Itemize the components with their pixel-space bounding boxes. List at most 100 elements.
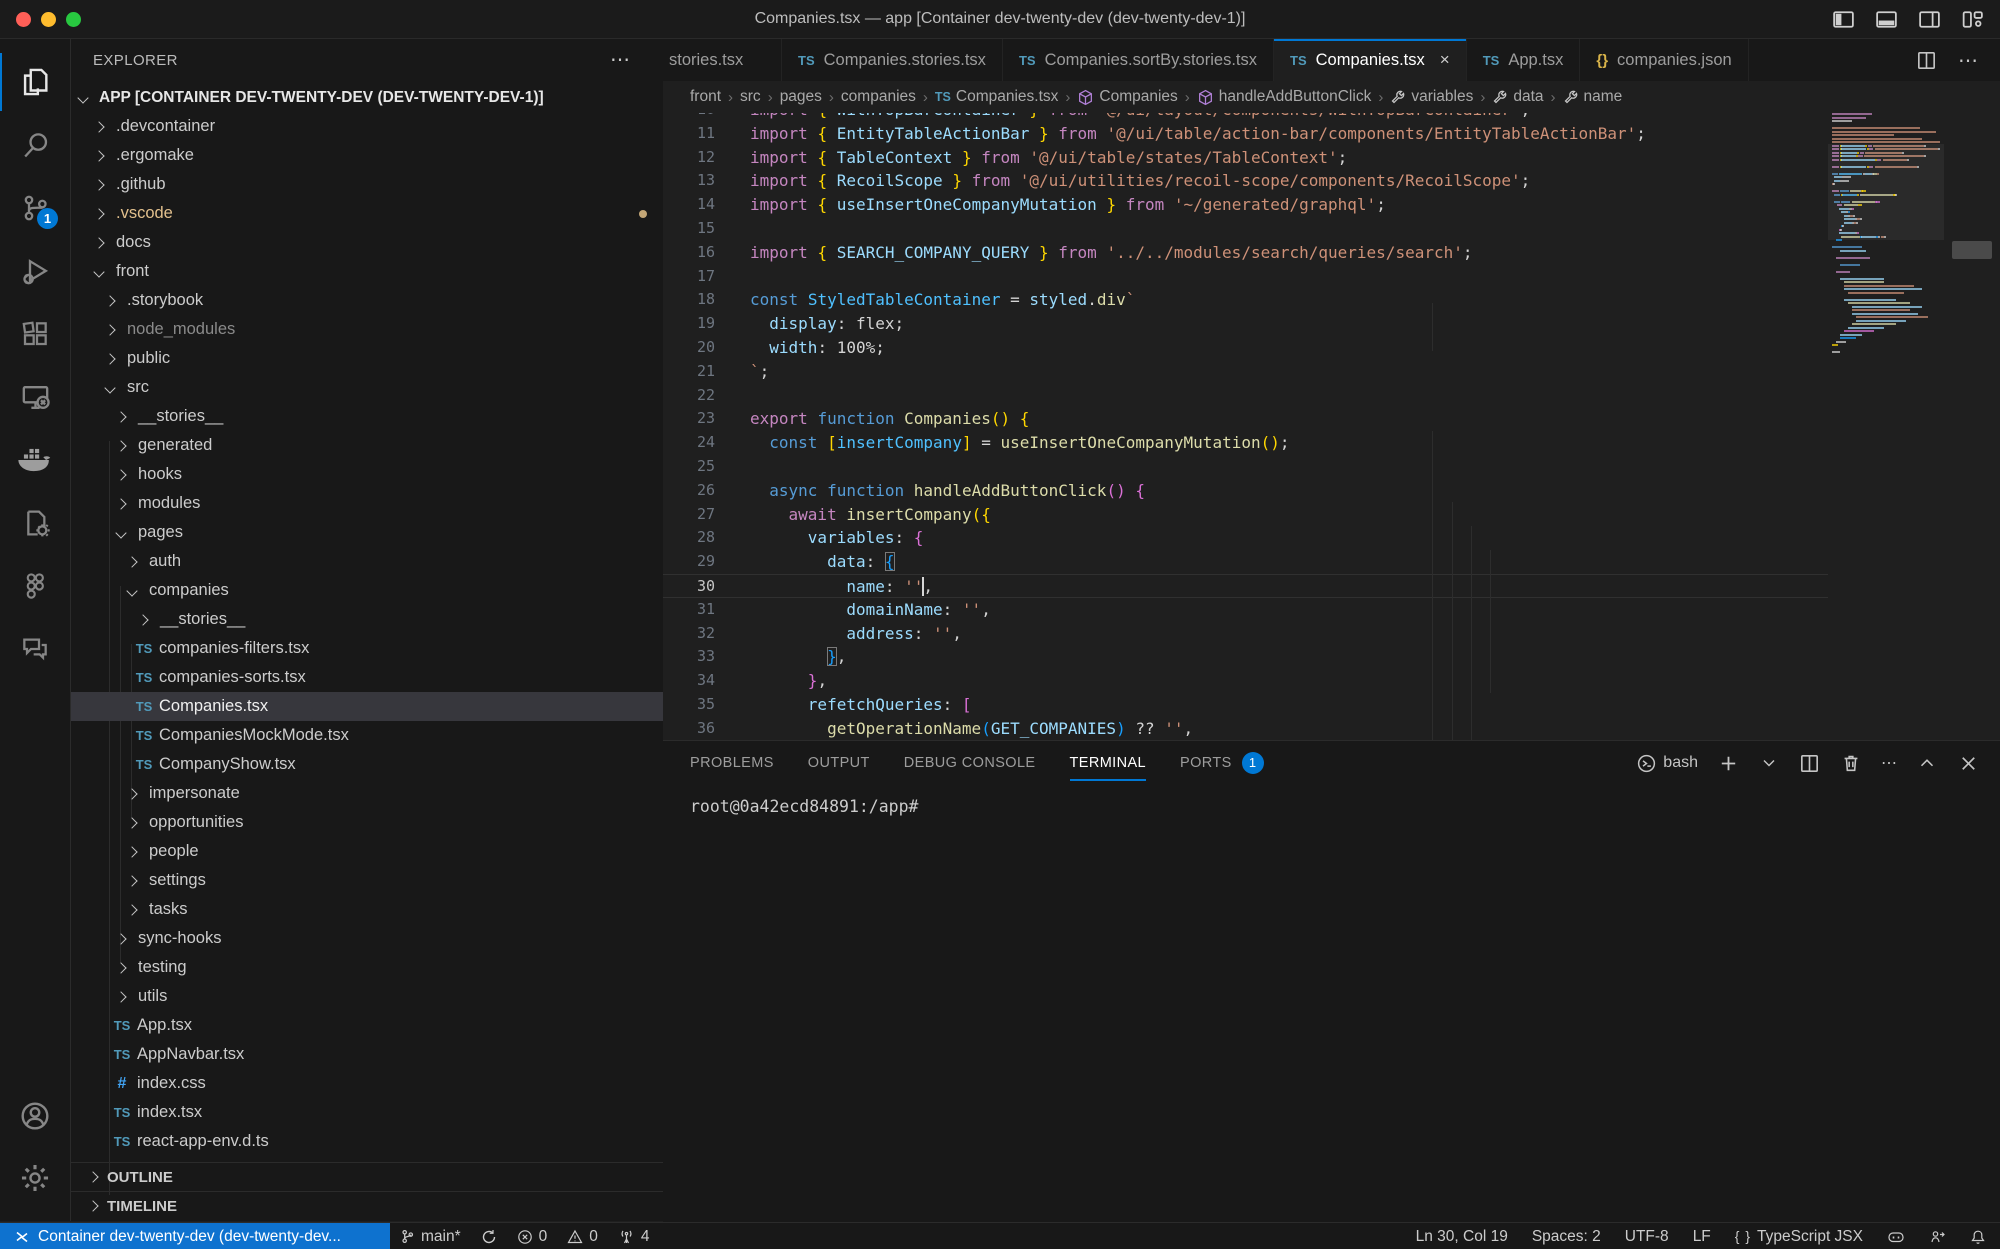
breadcrumb-item-Companies[interactable]: Companies (1077, 88, 1177, 106)
panel-tab-debug-console[interactable]: DEBUG CONSOLE (904, 741, 1036, 785)
code-line-15[interactable]: 15 (663, 217, 1828, 241)
activity-dev-container-config-icon[interactable] (0, 494, 70, 552)
code-line-23[interactable]: 23export function Companies() { (663, 407, 1828, 431)
editor-more-actions-icon[interactable]: ⋯ (1958, 48, 1978, 73)
tree-file-App-tsx[interactable]: TSApp.tsx (71, 1011, 663, 1040)
tree-file-companies-filters-tsx[interactable]: TScompanies-filters.tsx (71, 634, 663, 663)
code-line-27[interactable]: 27 await insertCompany({ (663, 503, 1828, 527)
panel-tab-output[interactable]: OUTPUT (808, 741, 870, 785)
code-line-34[interactable]: 34 }, (663, 669, 1828, 693)
breadcrumb-item-name[interactable]: name (1563, 88, 1623, 106)
code-line-12[interactable]: 12import { TableContext } from '@/ui/tab… (663, 146, 1828, 170)
tree-folder-node-modules[interactable]: node_modules (71, 315, 663, 344)
tree-folder-auth[interactable]: auth (71, 547, 663, 576)
minimap-slider[interactable] (1828, 144, 1944, 240)
editor-scrollbar[interactable] (1944, 113, 2000, 740)
tree-folder--storybook[interactable]: .storybook (71, 286, 663, 315)
tree-folder--vscode[interactable]: .vscode (71, 199, 663, 228)
new-terminal-icon[interactable] (1717, 752, 1740, 775)
code-line-35[interactable]: 35 refetchQueries: [ (663, 693, 1828, 717)
tree-file-AppNavbar-tsx[interactable]: TSAppNavbar.tsx (71, 1040, 663, 1069)
tree-folder--stories-[interactable]: __stories__ (71, 402, 663, 431)
breadcrumb-item-src[interactable]: src (740, 88, 761, 106)
tree-folder-front[interactable]: front (71, 257, 663, 286)
tree-folder-people[interactable]: people (71, 837, 663, 866)
tree-folder--ergomake[interactable]: .ergomake (71, 141, 663, 170)
terminal-prompt[interactable]: root@0a42ecd84891:/app# (690, 797, 918, 816)
workspace-section-header[interactable]: APP [CONTAINER DEV-TWENTY-DEV (DEV-TWENT… (71, 83, 663, 112)
scrollbar-thumb[interactable] (1952, 241, 1992, 259)
outline-section[interactable]: OUTLINE (71, 1162, 663, 1191)
tree-file-CompanyShow-tsx[interactable]: TSCompanyShow.tsx (71, 750, 663, 779)
tree-folder-generated[interactable]: generated (71, 431, 663, 460)
status-notifications[interactable] (1970, 1229, 1986, 1245)
toggle-panel-icon[interactable] (1873, 6, 1900, 33)
breadcrumb-item-companies[interactable]: companies (841, 88, 916, 106)
maximize-panel-icon[interactable] (1916, 752, 1938, 774)
status-indentation[interactable]: Spaces: 2 (1532, 1228, 1601, 1246)
tab-App-tsx[interactable]: TSApp.tsx (1467, 39, 1581, 81)
activity-docker-icon[interactable] (0, 431, 70, 489)
panel-tab-problems[interactable]: PROBLEMS (690, 741, 774, 785)
breadcrumb-item-data[interactable]: data (1492, 88, 1543, 106)
tree-folder-modules[interactable]: modules (71, 489, 663, 518)
breadcrumb-item-variables[interactable]: variables (1390, 88, 1473, 106)
code-line-26[interactable]: 26 async function handleAddButtonClick()… (663, 479, 1828, 503)
tree-folder--github[interactable]: .github (71, 170, 663, 199)
shell-selector[interactable]: bash (1636, 753, 1698, 774)
toggle-secondary-sidebar-icon[interactable] (1916, 6, 1943, 33)
tree-folder--stories-[interactable]: __stories__ (71, 605, 663, 634)
status-feedback[interactable] (1929, 1229, 1946, 1245)
code-line-13[interactable]: 13import { RecoilScope } from '@/ui/util… (663, 169, 1828, 193)
code-editor[interactable]: 10import { WithTopBarContainer } from '@… (663, 113, 2000, 740)
status-sync[interactable] (481, 1229, 497, 1245)
tree-folder-impersonate[interactable]: impersonate (71, 779, 663, 808)
code-line-21[interactable]: 21`; (663, 360, 1828, 384)
tree-folder-companies[interactable]: companies (71, 576, 663, 605)
status-error[interactable]: 0 (517, 1228, 548, 1246)
tab-Companies-stories-tsx[interactable]: TSCompanies.stories.tsx (782, 39, 1003, 81)
tree-folder-sync-hooks[interactable]: sync-hooks (71, 924, 663, 953)
toggle-sidebar-icon[interactable] (1830, 6, 1857, 33)
activity-figma-icon[interactable] (0, 557, 70, 615)
kill-terminal-icon[interactable] (1840, 752, 1862, 774)
code-line-19[interactable]: 19 display: flex; (663, 312, 1828, 336)
tree-folder-testing[interactable]: testing (71, 953, 663, 982)
status-tower[interactable]: 4 (618, 1228, 650, 1246)
tab-Companies-tsx[interactable]: TSCompanies.tsx× (1274, 39, 1467, 81)
tree-folder--devcontainer[interactable]: .devcontainer (71, 112, 663, 141)
status-language-mode[interactable]: { }TypeScript JSX (1735, 1228, 1863, 1246)
split-terminal-icon[interactable] (1798, 752, 1821, 775)
activity-search-icon[interactable] (0, 116, 70, 174)
code-line-11[interactable]: 11import { EntityTableActionBar } from '… (663, 122, 1828, 146)
status-encoding[interactable]: UTF-8 (1625, 1228, 1669, 1246)
code-line-20[interactable]: 20 width: 100%; (663, 336, 1828, 360)
status-branch[interactable]: main* (400, 1228, 461, 1246)
code-line-18[interactable]: 18const StyledTableContainer = styled.di… (663, 288, 1828, 312)
activity-settings-icon[interactable] (0, 1149, 70, 1207)
close-tab-icon[interactable]: × (1440, 50, 1450, 70)
tree-file-react-app-env-d-ts[interactable]: TSreact-app-env.d.ts (71, 1127, 663, 1156)
panel-tab-ports[interactable]: PORTS1 (1180, 741, 1264, 785)
split-editor-icon[interactable] (1915, 49, 1938, 72)
tab-companies-json[interactable]: {}companies.json (1580, 39, 1748, 81)
code-line-29[interactable]: 29 data: { (663, 550, 1828, 574)
code-line-22[interactable]: 22 (663, 384, 1828, 408)
tree-folder-pages[interactable]: pages (71, 518, 663, 547)
tree-folder-settings[interactable]: settings (71, 866, 663, 895)
tree-folder-opportunities[interactable]: opportunities (71, 808, 663, 837)
code-line-33[interactable]: 33 }, (663, 645, 1828, 669)
breadcrumb-item-pages[interactable]: pages (780, 88, 822, 106)
panel-tab-terminal[interactable]: TERMINAL (1070, 741, 1147, 785)
code-line-10[interactable]: 10import { WithTopBarContainer } from '@… (663, 113, 1828, 122)
code-line-25[interactable]: 25 (663, 455, 1828, 479)
panel-more-actions-icon[interactable]: ⋯ (1881, 753, 1897, 773)
tree-file-index-tsx[interactable]: TSindex.tsx (71, 1098, 663, 1127)
code-line-30[interactable]: 30 name: '', (663, 574, 1828, 598)
code-line-17[interactable]: 17 (663, 265, 1828, 289)
code-line-16[interactable]: 16import { SEARCH_COMPANY_QUERY } from '… (663, 241, 1828, 265)
tab-stories-tsx[interactable]: stories.tsx (663, 39, 782, 81)
activity-run-debug-icon[interactable] (0, 242, 70, 300)
activity-remote-explorer-icon[interactable] (0, 368, 70, 426)
activity-comments-icon[interactable] (0, 620, 70, 678)
